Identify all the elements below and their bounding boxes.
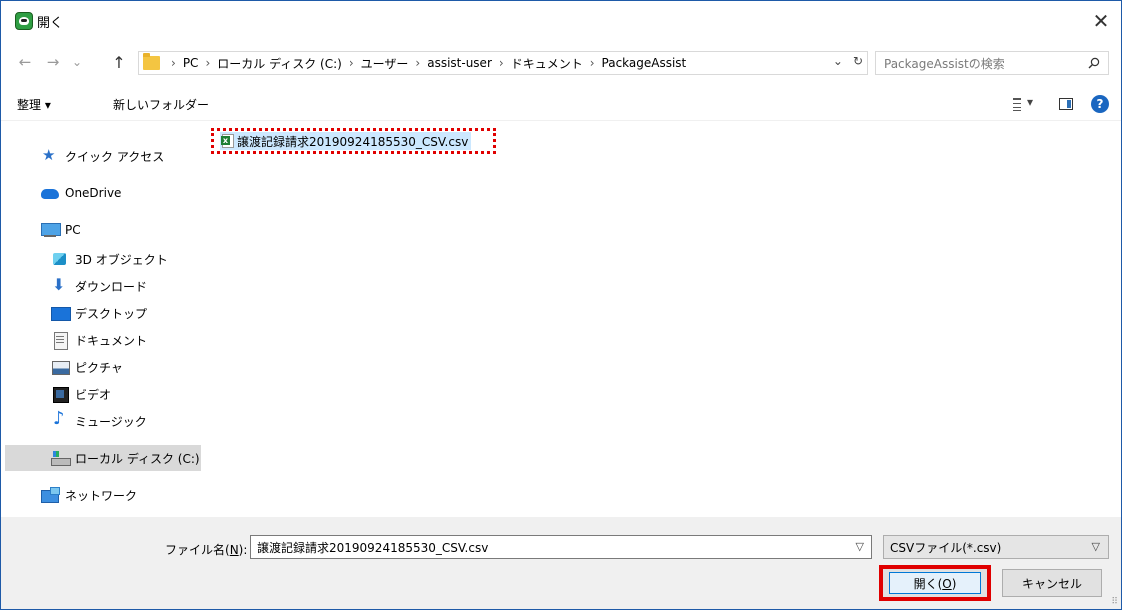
command-bar: 整理 ▾ 新しいフォルダー ? [1,89,1121,121]
sidebar-item-quick-access[interactable]: クイック アクセス [1,143,201,169]
chevron-right-icon: › [205,56,211,70]
sidebar-item-label: ミュージック [75,414,147,429]
open-button-face: 開く(O) [889,572,981,594]
desktop-icon [51,305,71,321]
file-list: 譲渡記録請求20190924185530_CSV.csv [201,121,1121,517]
chevron-right-icon: › [498,56,504,70]
view-options-icon[interactable] [1013,95,1041,112]
dialog-footer: ファイル名(N): 譲渡記録請求20190924185530_CSV.csv ▽… [1,517,1121,609]
sidebar-item-label: ピクチャ [75,360,123,375]
view-controls: ? [1013,95,1109,113]
breadcrumb-assist-user[interactable]: assist-user [427,56,492,70]
search-input[interactable]: PackageAssistの検索 [875,51,1109,75]
cancel-button-label: キャンセル [1021,576,1082,591]
sidebar-item-pc[interactable]: PC [1,217,201,243]
sidebar-item-videos[interactable]: ビデオ [1,381,201,407]
chevron-right-icon: › [589,56,595,70]
sidebar-item-pictures[interactable]: ピクチャ [1,354,201,380]
chevron-right-icon: › [415,56,421,70]
filename-value: 譲渡記録請求20190924185530_CSV.csv [257,540,489,555]
folder-icon [143,53,160,70]
sidebar-item-local-disk[interactable]: ローカル ディスク (C:) [5,445,201,471]
search-icon[interactable] [1088,57,1100,69]
organize-button[interactable]: 整理 ▾ [17,96,51,113]
cloud-icon [41,185,59,201]
help-icon[interactable]: ? [1091,95,1109,113]
sidebar-item-label: ドキュメント [75,333,148,348]
sidebar-item-network[interactable]: ネットワーク [1,482,201,508]
file-type-value: CSVファイル(*.csv) [890,540,1002,555]
sidebar-item-onedrive[interactable]: OneDrive [1,180,201,206]
open-button-label: 開く(O) [913,576,957,591]
chevron-down-icon[interactable]: ▽ [856,540,864,553]
forward-button[interactable]: → [43,51,63,73]
breadcrumb-pc[interactable]: PC [183,56,199,70]
resize-grip-icon[interactable]: ⠿ [1111,597,1118,607]
cancel-button[interactable]: キャンセル [1002,569,1102,597]
refresh-icon[interactable]: ↻ [853,54,863,68]
file-type-select[interactable]: CSVファイル(*.csv) ▽ [883,535,1109,559]
video-icon [51,386,69,403]
document-icon [51,332,69,350]
sidebar-item-label: OneDrive [65,186,122,200]
sidebar-item-label: ネットワーク [65,488,138,503]
cube-icon [51,251,69,267]
filename-field[interactable]: 譲渡記録請求20190924185530_CSV.csv ▽ [250,535,872,559]
network-icon [41,487,60,503]
star-icon [41,146,59,164]
sidebar-item-downloads[interactable]: ダウンロード [1,273,201,299]
pc-icon [41,222,61,238]
file-name: 譲渡記録請求20190924185530_CSV.csv [237,134,469,149]
sidebar-item-label: クイック アクセス [65,149,165,164]
open-button[interactable]: 開く(O) [879,565,991,601]
music-icon [51,408,69,429]
address-bar[interactable]: › PC › ローカル ディスク (C:) › ユーザー › assist-us… [138,51,868,75]
download-icon [51,275,69,294]
up-button[interactable]: ↑ [109,51,129,73]
file-item-selection: 譲渡記録請求20190924185530_CSV.csv [220,132,472,150]
breadcrumb-documents[interactable]: ドキュメント [511,55,583,72]
back-button[interactable]: ← [15,51,35,73]
preview-pane-icon[interactable] [1059,98,1073,110]
breadcrumb-users[interactable]: ユーザー [361,55,409,72]
sidebar-item-3d-objects[interactable]: 3D オブジェクト [1,246,201,272]
file-list-item[interactable]: 譲渡記録請求20190924185530_CSV.csv [211,128,496,154]
picture-icon [51,359,70,375]
new-folder-button[interactable]: 新しいフォルダー [113,96,209,113]
sidebar-item-label: ローカル ディスク (C:) [75,451,200,466]
address-actions: ⌄ ↻ [833,54,863,68]
chevron-right-icon: › [348,56,354,70]
chevron-down-icon: ▽ [1091,540,1100,553]
address-dropdown-icon[interactable]: ⌄ [833,54,843,68]
sidebar-item-label: ダウンロード [75,279,148,294]
breadcrumb-packageassist[interactable]: PackageAssist [602,56,687,70]
recent-locations-button[interactable]: ⌄ [67,51,87,73]
sidebar-item-label: ビデオ [75,387,112,402]
sidebar-item-label: 3D オブジェクト [75,252,168,267]
search-placeholder: PackageAssistの検索 [884,56,1005,71]
sidebar-item-label: デスクトップ [75,306,148,321]
window-title: 開く [37,16,64,31]
close-button[interactable]: ✕ [1081,1,1121,41]
sidebar-item-desktop[interactable]: デスクトップ [1,300,201,326]
sidebar-item-music[interactable]: ミュージック [1,408,201,434]
sidebar-item-label: PC [65,223,81,237]
filename-label: ファイル名(N): [165,543,248,557]
chevron-right-icon: › [171,56,176,70]
drive-icon [51,450,71,466]
title-bar: 開く ✕ [1,1,1121,41]
open-file-dialog: 開く ✕ ← → ⌄ ↑ › PC › ローカル ディスク (C:) › ユーザ… [0,0,1122,610]
breadcrumb-local-disk[interactable]: ローカル ディスク (C:) [217,55,342,72]
app-icon [15,12,33,30]
navigation-pane: クイック アクセス OneDrive PC 3D オブジェクト ダウンロード デ… [1,121,201,517]
sidebar-item-documents[interactable]: ドキュメント [1,327,201,353]
navigation-bar: ← → ⌄ ↑ › PC › ローカル ディスク (C:) › ユーザー › a… [1,41,1121,83]
excel-csv-icon [221,134,234,148]
